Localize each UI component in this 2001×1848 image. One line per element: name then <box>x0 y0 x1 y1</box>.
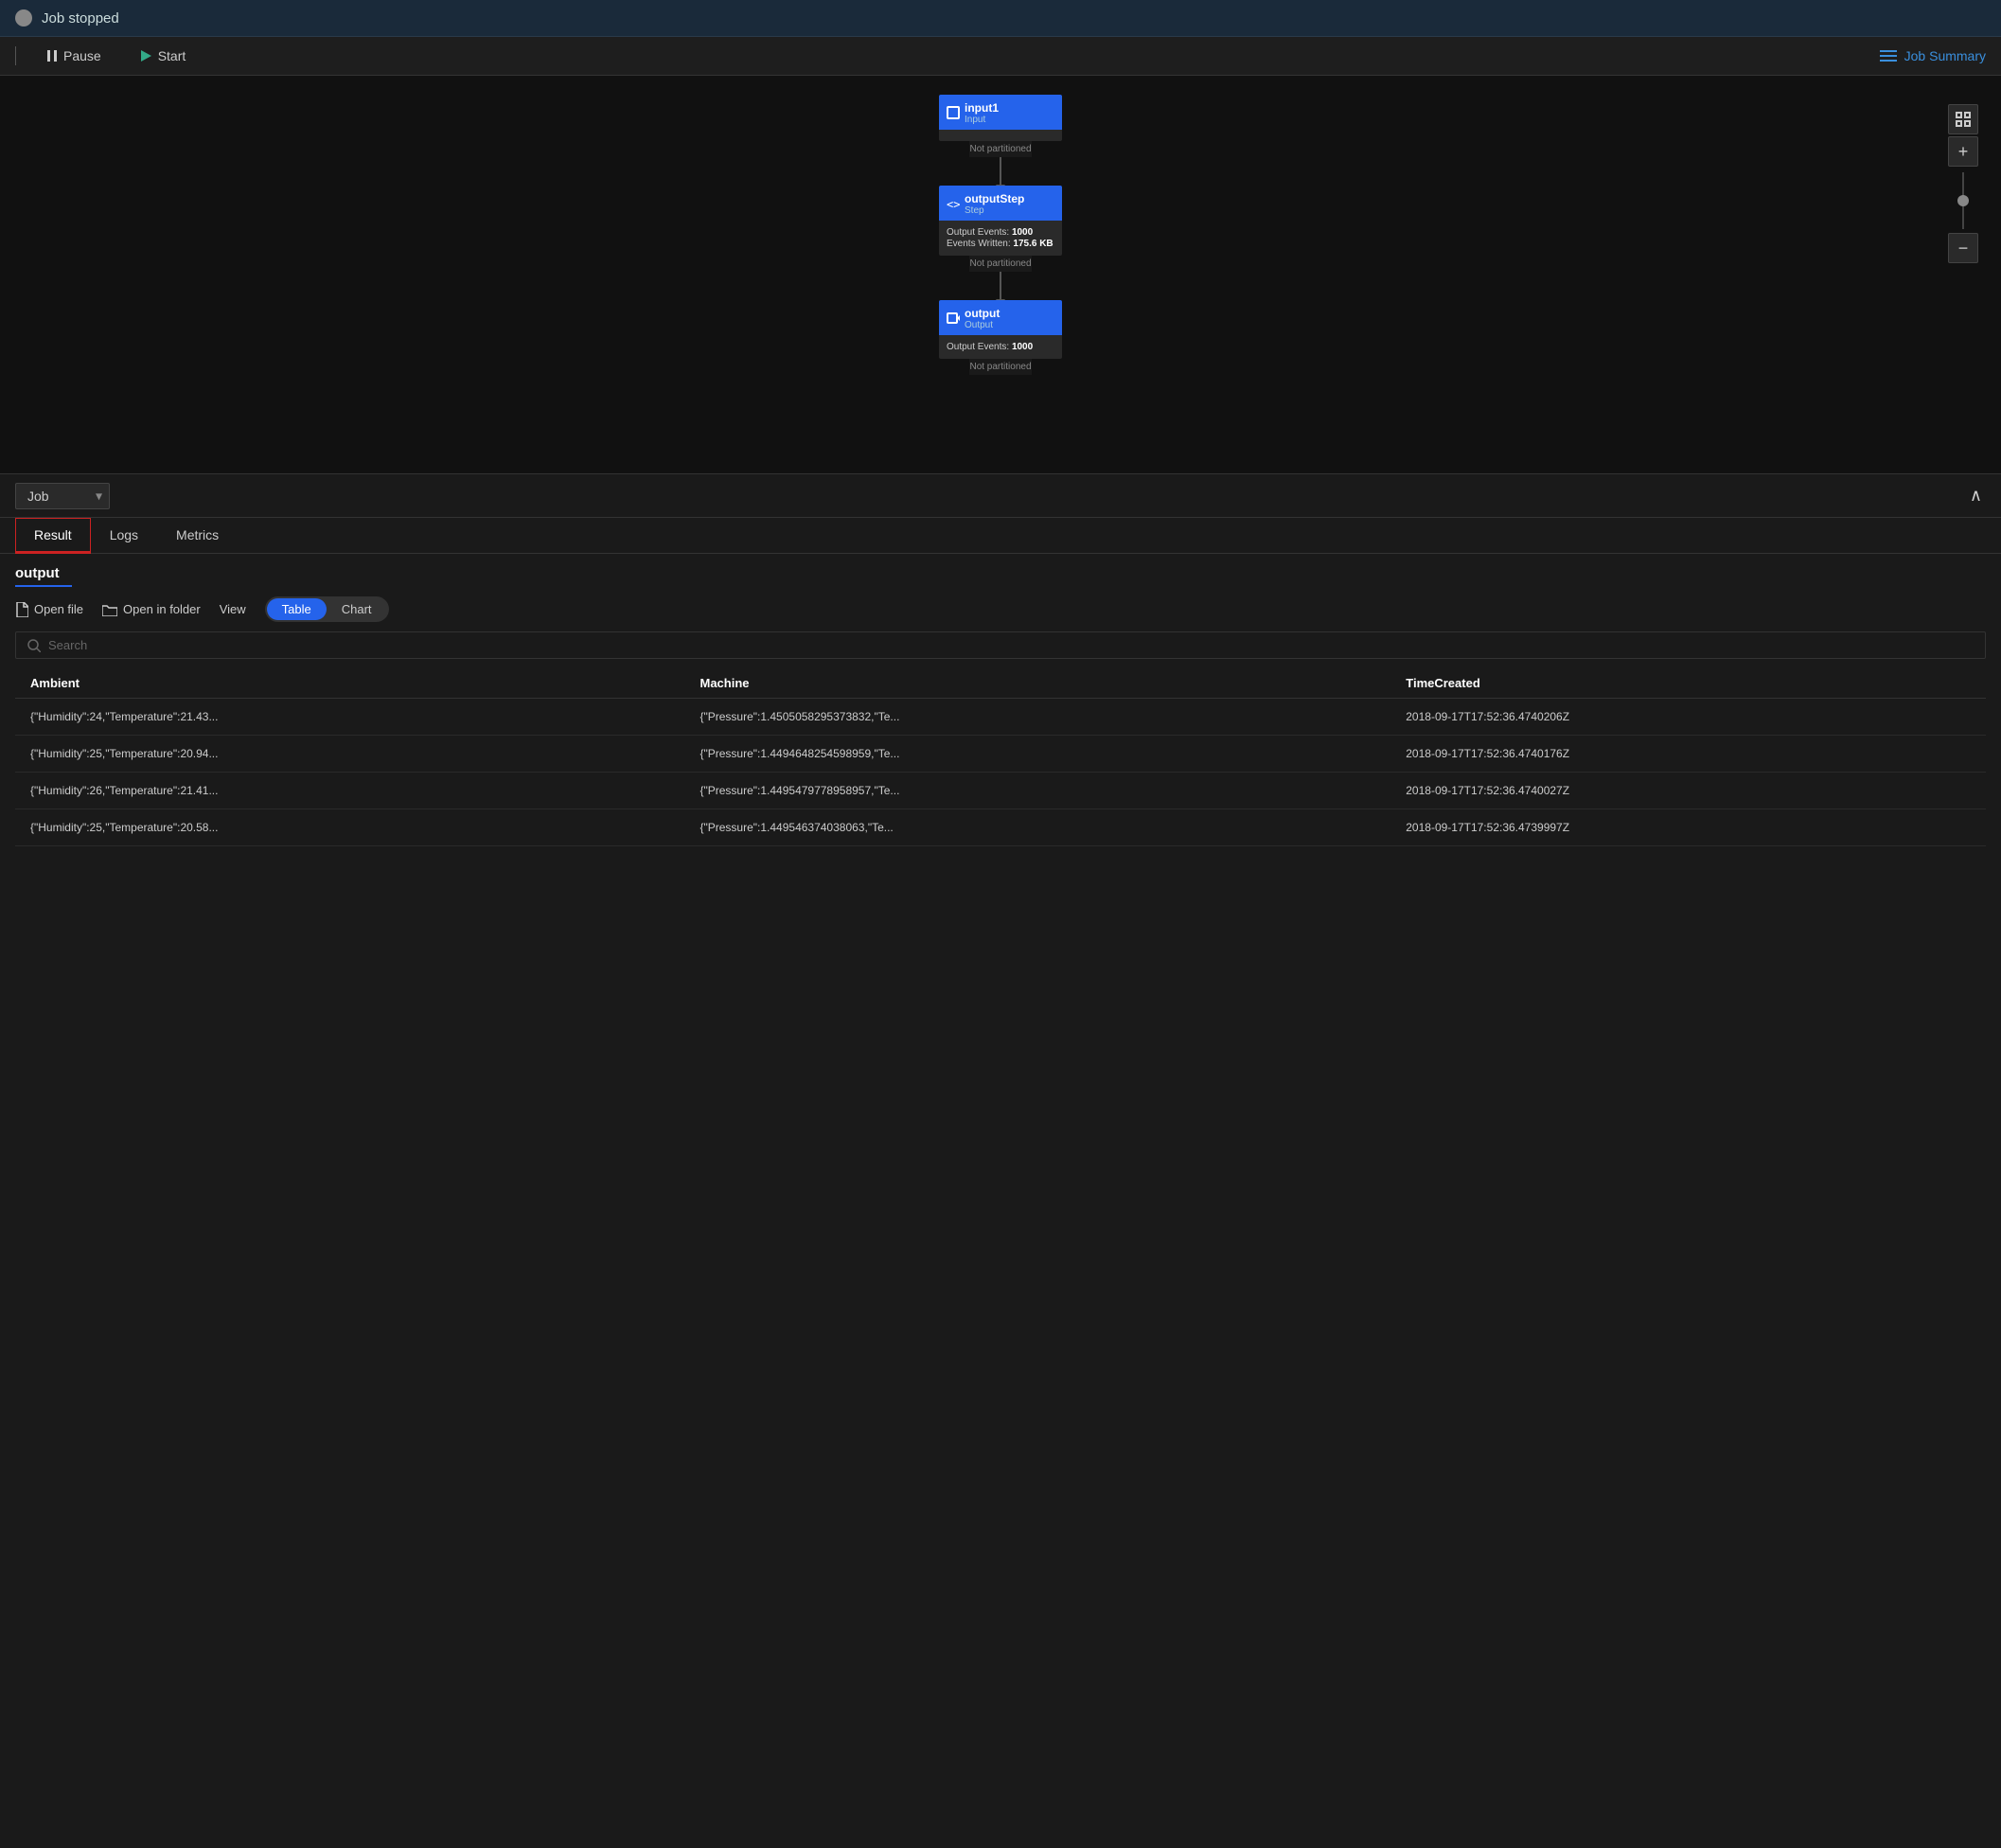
search-input[interactable] <box>48 638 1974 652</box>
node-outputstep-body: Output Events: 1000 Events Written: 175.… <box>939 221 1062 256</box>
node-outputstep-partition: Not partitioned <box>969 256 1031 272</box>
svg-text:<>: <> <box>947 198 960 210</box>
step-node-icon: <> <box>947 197 960 210</box>
col-machine: Machine <box>684 668 1390 699</box>
node-output-body: Output Events: 1000 <box>939 335 1062 359</box>
data-table: Ambient Machine TimeCreated {"Humidity":… <box>15 668 1986 846</box>
node-input1[interactable]: input1 Input <box>939 95 1062 141</box>
zoom-in-button[interactable]: + <box>1948 136 1978 167</box>
flow-diagram: input1 Input Not partitioned <> outputSt… <box>939 95 1062 375</box>
input-node-icon <box>947 106 960 119</box>
cell-ambient-0: {"Humidity":24,"Temperature":21.43... <box>15 699 684 736</box>
table-header-row: Ambient Machine TimeCreated <box>15 668 1986 699</box>
cell-time-0: 2018-09-17T17:52:36.4740206Z <box>1390 699 1986 736</box>
table-row: {"Humidity":26,"Temperature":21.41... {"… <box>15 773 1986 809</box>
node-outputstep-title: outputStep <box>965 192 1024 205</box>
title-bar-icon <box>15 9 32 27</box>
zoom-controls: + − <box>1948 104 1978 265</box>
tab-metrics[interactable]: Metrics <box>157 518 238 554</box>
file-icon <box>15 602 28 617</box>
open-file-button[interactable]: Open file <box>15 602 83 617</box>
stat-output-events-2: Output Events: 1000 <box>947 342 1054 352</box>
view-table-button[interactable]: Table <box>267 598 327 620</box>
output-title: output <box>15 565 1986 581</box>
folder-icon <box>102 603 117 616</box>
cell-time-2: 2018-09-17T17:52:36.4740027Z <box>1390 773 1986 809</box>
job-summary-icon <box>1880 49 1897 62</box>
view-chart-button[interactable]: Chart <box>327 598 387 620</box>
node-input1-body <box>939 130 1062 141</box>
start-button[interactable]: Start <box>132 44 194 67</box>
cell-machine-3: {"Pressure":1.449546374038063,"Te... <box>684 809 1390 846</box>
cell-machine-0: {"Pressure":1.4505058295373832,"Te... <box>684 699 1390 736</box>
node-output-subtitle: Output <box>965 320 1000 330</box>
cell-machine-2: {"Pressure":1.4495479778958957,"Te... <box>684 773 1390 809</box>
node-outputstep-header: <> outputStep Step <box>939 186 1062 221</box>
bottom-panel: Job ▾ ∧ Result Logs Metrics output Open <box>0 473 2001 1848</box>
cell-time-1: 2018-09-17T17:52:36.4740176Z <box>1390 736 1986 773</box>
table-row: {"Humidity":25,"Temperature":20.58... {"… <box>15 809 1986 846</box>
start-icon <box>139 49 152 62</box>
job-select[interactable]: Job <box>15 483 110 509</box>
canvas-area: input1 Input Not partitioned <> outputSt… <box>0 76 2001 473</box>
zoom-handle <box>1957 195 1969 206</box>
search-icon <box>27 639 41 652</box>
zoom-slider[interactable] <box>1962 172 1964 229</box>
output-node-icon <box>947 311 960 325</box>
zoom-out-button[interactable]: − <box>1948 233 1978 263</box>
pause-icon <box>46 49 58 62</box>
node-output[interactable]: output Output Output Events: 1000 <box>939 300 1062 359</box>
tab-result[interactable]: Result <box>15 518 91 554</box>
arrow-1 <box>1000 157 1001 186</box>
node-input1-title: input1 <box>965 101 999 115</box>
col-ambient: Ambient <box>15 668 684 699</box>
node-outputstep[interactable]: <> outputStep Step Output Events: 1000 E… <box>939 186 1062 256</box>
output-underline <box>15 585 72 587</box>
pause-button[interactable]: Pause <box>39 44 109 67</box>
tabs: Result Logs Metrics <box>0 518 2001 554</box>
cell-ambient-2: {"Humidity":26,"Temperature":21.41... <box>15 773 684 809</box>
node-input1-partition: Not partitioned <box>969 141 1031 157</box>
panel-toolbar: Job ▾ ∧ <box>0 474 2001 518</box>
output-section: output Open file Open in folder View Tab… <box>0 554 2001 854</box>
fit-view-button[interactable] <box>1948 104 1978 134</box>
toolbar-separator-1 <box>15 46 16 65</box>
arrow-2 <box>1000 272 1001 300</box>
table-row: {"Humidity":24,"Temperature":21.43... {"… <box>15 699 1986 736</box>
cell-machine-1: {"Pressure":1.4494648254598959,"Te... <box>684 736 1390 773</box>
title-bar: Job stopped <box>0 0 2001 37</box>
open-folder-button[interactable]: Open in folder <box>102 602 201 616</box>
node-output-header: output Output <box>939 300 1062 335</box>
node-input1-header: input1 Input <box>939 95 1062 130</box>
cell-time-3: 2018-09-17T17:52:36.4739997Z <box>1390 809 1986 846</box>
title-bar-text: Job stopped <box>42 10 119 27</box>
toolbar: Pause Start Job Summary <box>0 37 2001 76</box>
job-summary-button[interactable]: Job Summary <box>1880 48 1986 63</box>
col-time-created: TimeCreated <box>1390 668 1986 699</box>
collapse-button[interactable]: ∧ <box>1966 482 1986 509</box>
output-toolbar: Open file Open in folder View Table Char… <box>15 596 1986 622</box>
job-select-wrapper: Job ▾ <box>15 483 110 509</box>
node-input1-subtitle: Input <box>965 115 999 125</box>
node-outputstep-subtitle: Step <box>965 205 1024 216</box>
cell-ambient-1: {"Humidity":25,"Temperature":20.94... <box>15 736 684 773</box>
node-output-partition: Not partitioned <box>969 359 1031 375</box>
view-label: View <box>220 602 246 616</box>
search-bar <box>15 631 1986 659</box>
stat-events-written: Events Written: 175.6 KB <box>947 239 1054 249</box>
tab-logs[interactable]: Logs <box>91 518 157 554</box>
node-output-title: output <box>965 307 1000 320</box>
stat-output-events: Output Events: 1000 <box>947 227 1054 238</box>
fit-view-icon <box>1956 112 1971 127</box>
cell-ambient-3: {"Humidity":25,"Temperature":20.58... <box>15 809 684 846</box>
view-toggle: Table Chart <box>265 596 389 622</box>
table-row: {"Humidity":25,"Temperature":20.94... {"… <box>15 736 1986 773</box>
